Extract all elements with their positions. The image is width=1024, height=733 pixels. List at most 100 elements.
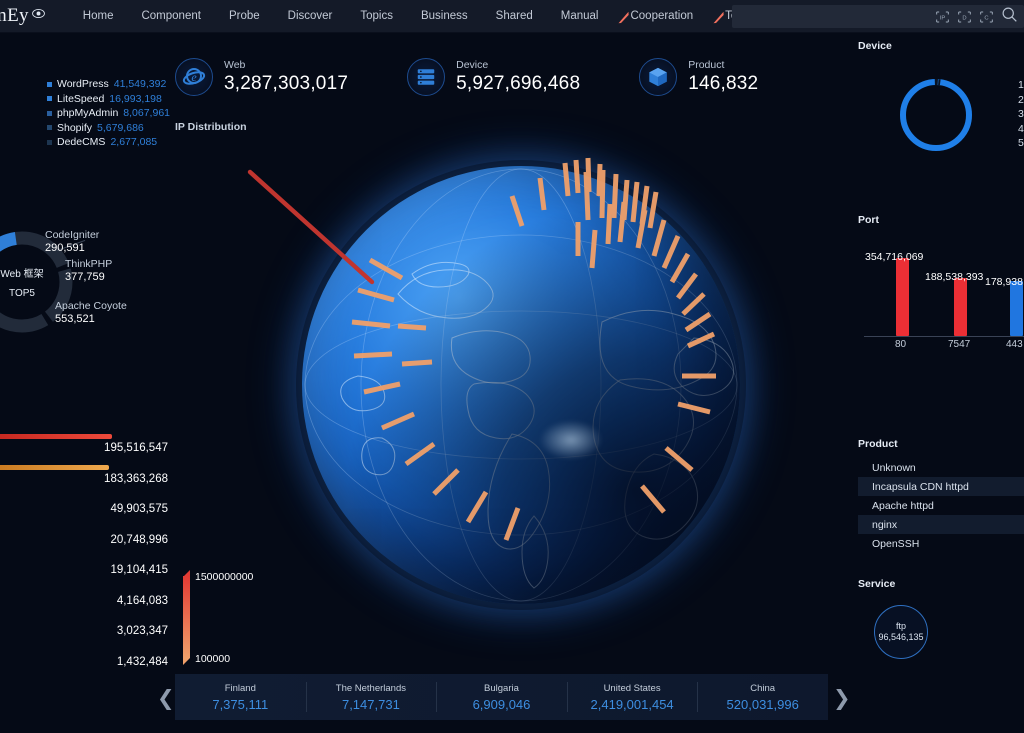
bar-7547[interactable]	[954, 278, 967, 336]
stat-card-product[interactable]: Product 146,832	[639, 58, 758, 96]
ip-bracket-icon[interactable]: IP	[935, 10, 950, 24]
chart-x-axis	[864, 336, 1024, 337]
section-title-device: Device	[858, 40, 1024, 52]
section-title-product: Product	[858, 438, 1024, 450]
list-item[interactable]: Apache httpd	[858, 496, 1024, 515]
nav-item-probe[interactable]: Probe	[215, 4, 274, 28]
country-value: 6,909,046	[473, 697, 531, 712]
list-item[interactable]: 2,	[1018, 93, 1024, 108]
list-item[interactable]: Incapsula CDN httpd	[858, 477, 1024, 496]
domain-bracket-icon[interactable]: D	[957, 10, 972, 24]
table-row[interactable]: 3,023,347	[0, 615, 180, 646]
carousel-item-bulgaria[interactable]: Bulgaria 6,909,046	[436, 674, 567, 720]
donut-label-value: 290,591	[45, 242, 99, 255]
country-name: United States	[604, 683, 661, 694]
list-item[interactable]: OpenSSH	[858, 534, 1024, 553]
new-flag-icon	[713, 12, 725, 24]
table-row[interactable]: 19,104,415	[0, 554, 180, 585]
list-item[interactable]: nginx	[858, 515, 1024, 534]
nav-item-component[interactable]: Component	[127, 4, 214, 28]
scale-min-label: 100000	[195, 653, 230, 665]
table-row[interactable]: 1,432,484	[0, 646, 180, 677]
donut-label-thinkphp: ThinkPHP 377,759	[65, 258, 112, 284]
section-title-port: Port	[858, 214, 1024, 226]
country-name: The Netherlands	[336, 683, 406, 694]
stat-card-web[interactable]: e Web 3,287,303,017	[175, 58, 348, 96]
legend-swatch-icon	[47, 82, 52, 87]
table-row[interactable]: 4,164,083	[0, 585, 180, 616]
cms-legend: WordPress 41,549,392 LiteSpeed 16,993,19…	[47, 77, 170, 150]
search-icon[interactable]	[1001, 6, 1018, 28]
bar-443[interactable]	[1010, 281, 1023, 336]
list-item[interactable]: 4,	[1018, 122, 1024, 137]
legend-value: 41,549,392	[114, 78, 167, 90]
donut-label-apache-coyote: Apache Coyote 553,521	[55, 300, 127, 326]
server-stack-icon	[407, 58, 445, 96]
country-value: 7,147,731	[342, 697, 400, 712]
nav-item-manual[interactable]: Manual	[547, 4, 613, 28]
bar-value: 19,104,415	[110, 564, 168, 576]
nav-item-cooperation[interactable]: Cooperation	[612, 4, 707, 28]
service-bubble-ftp[interactable]: ftp 96,546,135	[874, 605, 928, 659]
nav-label: Topics	[360, 10, 393, 22]
legend-name: WordPress	[57, 78, 109, 90]
donut-label-name: ThinkPHP	[65, 258, 112, 270]
donut-label-name: CodeIgniter	[45, 229, 99, 241]
table-row[interactable]: 183,363,268	[0, 463, 180, 494]
nav-label: Home	[83, 10, 114, 22]
port-bar-chart[interactable]: 354,716,069 80 188,538,393 7547 178,938,…	[858, 240, 1024, 345]
nav-label: Probe	[229, 10, 260, 22]
legend-value: 16,993,198	[109, 93, 162, 105]
list-item[interactable]: Shopify 5,679,686	[47, 121, 170, 136]
device-donut-chart[interactable]	[896, 75, 976, 155]
list-item[interactable]: WordPress 41,549,392	[47, 77, 170, 92]
bar-value-7547: 188,538,393	[925, 271, 983, 283]
dashboard-root: mEy Home Component Probe Discover Topics…	[0, 0, 1024, 733]
bar-value: 49,903,575	[110, 503, 168, 515]
internet-explorer-icon: e	[175, 58, 213, 96]
carousel-item-china[interactable]: China 520,031,996	[697, 674, 828, 720]
carousel-item-united-states[interactable]: United States 2,419,001,454	[567, 674, 698, 720]
list-item[interactable]: 3,	[1018, 107, 1024, 122]
list-item[interactable]: Unknown	[858, 458, 1024, 477]
right-side-panel: Device 1, 2, 3, 4, 5, Port	[850, 33, 1024, 733]
nav-item-shared[interactable]: Shared	[482, 4, 547, 28]
product-list: Unknown Incapsula CDN httpd Apache httpd…	[858, 458, 1024, 553]
carousel-item-netherlands[interactable]: The Netherlands 7,147,731	[306, 674, 437, 720]
cert-bracket-icon[interactable]: C	[979, 10, 994, 24]
nav-label: Component	[141, 10, 200, 22]
nav-item-business[interactable]: Business	[407, 4, 482, 28]
nav-item-home[interactable]: Home	[69, 4, 128, 28]
nav-item-discover[interactable]: Discover	[274, 4, 347, 28]
donut-center-title: Web 框架	[0, 265, 43, 280]
legend-name: phpMyAdmin	[57, 107, 118, 119]
app-logo[interactable]: mEy	[0, 5, 55, 27]
bar-80[interactable]	[896, 258, 909, 336]
carousel-prev-button[interactable]: ❮	[157, 686, 175, 711]
service-section: Service ftp 96,546,135	[858, 578, 1024, 698]
search-bar[interactable]: IP D C	[732, 5, 1024, 28]
list-item[interactable]: phpMyAdmin 8,067,961	[47, 106, 170, 121]
cube-box-icon	[639, 58, 677, 96]
stat-card-device[interactable]: Device 5,927,696,468	[407, 58, 580, 96]
table-row[interactable]: 20,748,996	[0, 524, 180, 555]
globe-visualization[interactable]	[296, 160, 746, 610]
table-row[interactable]: 49,903,575	[0, 493, 180, 524]
carousel-item-finland[interactable]: Finland 7,375,111	[175, 674, 306, 720]
nav-label: Cooperation	[630, 10, 693, 22]
product-section: Product Unknown Incapsula CDN httpd Apac…	[858, 438, 1024, 450]
list-item[interactable]: 5,	[1018, 136, 1024, 151]
stat-value: 3,287,303,017	[224, 72, 348, 96]
bar-value: 3,023,347	[117, 625, 168, 637]
bar-value: 1,432,484	[117, 656, 168, 668]
country-value: 2,419,001,454	[591, 697, 674, 712]
table-row[interactable]: 195,516,547	[0, 432, 180, 463]
carousel-next-button[interactable]: ❯	[833, 686, 851, 711]
list-item[interactable]: LiteSpeed 16,993,198	[47, 92, 170, 107]
list-item[interactable]: 1,	[1018, 78, 1024, 93]
nav-item-topics[interactable]: Topics	[346, 4, 407, 28]
section-title-service: Service	[858, 578, 1024, 590]
bar-fill	[0, 434, 112, 439]
list-item[interactable]: DedeCMS 2,677,085	[47, 135, 170, 150]
bar-value-443: 178,938,2	[985, 276, 1024, 288]
